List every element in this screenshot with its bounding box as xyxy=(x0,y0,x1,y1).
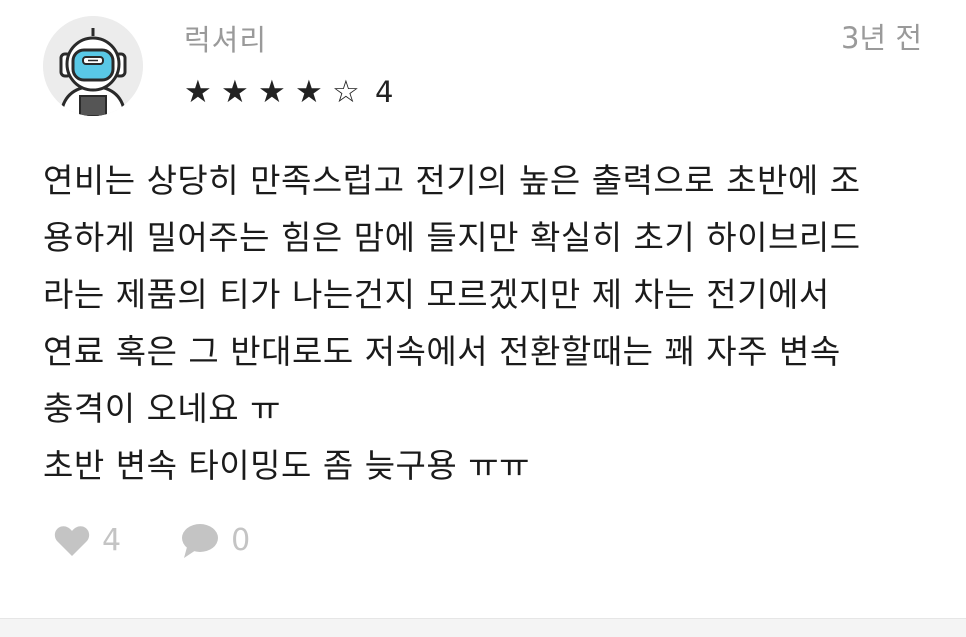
review-card: 럭셔리 3년 전 ★ ★ ★ ★ ☆ 4 연비는 상당히 만족스럽고 전기의 높… xyxy=(0,0,966,618)
review-text: 연비는 상당히 만족스럽고 전기의 높은 출력으로 초반에 조 용하게 밀어주는… xyxy=(43,152,933,494)
like-button[interactable]: 4 xyxy=(54,521,121,561)
review-text-line: 초반 변속 타이밍도 좀 늦구용 ㅠㅠ xyxy=(43,446,530,485)
review-actions: 4 0 xyxy=(54,518,310,564)
review-text-line: 연료 혹은 그 반대로도 저속에서 전환할때는 꽤 자주 변속 xyxy=(43,332,841,371)
review-text-line: 연비는 상당히 만족스럽고 전기의 높은 출력으로 초반에 조 xyxy=(43,161,861,200)
heart-icon xyxy=(54,526,90,556)
username[interactable]: 럭셔리 xyxy=(184,22,267,58)
speech-bubble-icon xyxy=(182,524,219,558)
star-filled-icon: ★ xyxy=(221,74,249,110)
star-empty-icon: ☆ xyxy=(332,74,360,110)
star-filled-icon: ★ xyxy=(258,74,286,110)
review-text-line: 충격이 오네요 ㅠ xyxy=(43,389,281,428)
star-rating: ★ ★ ★ ★ ☆ 4 xyxy=(184,72,393,112)
review-text-line: 라는 제품의 티가 나는건지 모르겠지만 제 차는 전기에서 xyxy=(43,275,830,314)
comment-count: 0 xyxy=(231,523,251,558)
star-filled-icon: ★ xyxy=(184,74,212,110)
like-count: 4 xyxy=(102,523,122,558)
avatar[interactable] xyxy=(43,16,143,116)
divider xyxy=(0,618,966,637)
comment-button[interactable]: 0 xyxy=(181,521,250,561)
star-filled-icon: ★ xyxy=(295,74,323,110)
timestamp: 3년 전 xyxy=(840,21,922,55)
rating-value: 4 xyxy=(375,75,394,109)
astronaut-avatar-icon xyxy=(43,16,143,116)
review-text-line: 용하게 밀어주는 힘은 맘에 들지만 확실히 초기 하이브리드 xyxy=(43,218,861,257)
